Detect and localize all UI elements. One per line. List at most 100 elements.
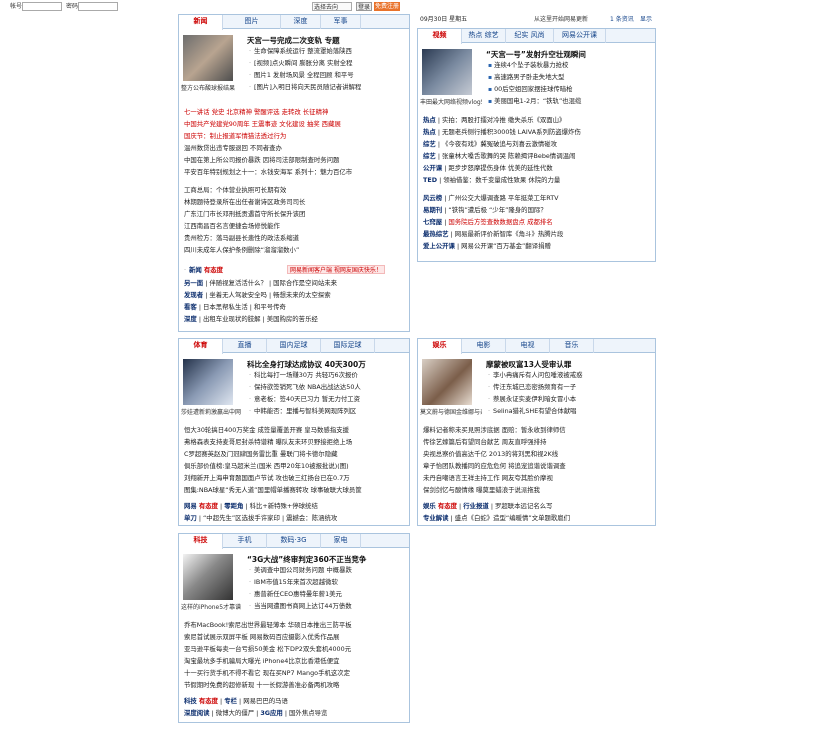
home-link[interactable]: 从这里开始网易更新 [534,15,588,25]
news-feature-caption[interactable]: 整方公布酸球报结果 [181,83,237,92]
tech-column-row[interactable]: 科技 有态度 | 专栏 | 网易巴巴的马语 [184,696,406,706]
news-sub-link[interactable]: 图片1 发射场风景 全程回顾 和平号 [249,70,409,80]
tech-link[interactable]: 乔布MacBook!索尼出世界最轻薄本 华硕日本推出三防平板 [184,620,406,630]
news-feature-image[interactable] [183,35,233,81]
video-bold-row[interactable]: 易期刊 | “铁钩”遭后极 “少年”隆身的国际？ [423,205,652,215]
sports-column-row[interactable]: 网易 有态度 | 零距角 | 科比+新特殊+停球统结 [184,501,406,511]
news-hot-link[interactable]: 七一讲话 党史 北京精神 警醒评选 走转改 长征精神 [184,107,406,117]
tab-documentary[interactable]: 纪实 风尚 [506,29,554,43]
account-input[interactable] [22,2,62,11]
video-row[interactable]: 热点 | 无题老兵侧行播积3000钱 LAIVA系列防盗爆炸伤 [423,127,652,137]
tab-movie[interactable]: 电影 [462,339,506,353]
tech-headline[interactable]: “3G大战”终审判定360不正当竞争 [247,554,407,565]
video-sub-link[interactable]: 高速路男子卧走失地大型 [488,72,652,82]
news-link[interactable]: 贵州检方：落马副县长患性的政法系缩道 [184,233,406,243]
ent-link[interactable]: 保剑剑忆与酸情缘 曝莫里蜡浪于说派拖我 [423,485,652,495]
news-client-banner[interactable]: 网易新闻客户端 视网友国庆快乐！ [287,265,385,274]
tech-sub-link[interactable]: 惠普新任CEO惠特曼年薪1美元 [249,589,409,599]
tab-open-course[interactable]: 网易公开课 [554,29,606,43]
ent-column-row[interactable]: 专业解读 | 盛点《白蛇》造型“编暖情”文单题歌扈们 [423,513,652,523]
tab-hot-variety[interactable]: 热点 综艺 [462,29,506,43]
tab-appliance[interactable]: 家电 [321,534,361,548]
tech-link[interactable]: 索尼首试展示双屏平板 网易数码百应摄影入优秀作品展 [184,632,406,642]
tab-mobile[interactable]: 手机 [223,534,267,548]
tech-sub-link[interactable]: 美调查中国公司财务问题 中概暴跌 [249,565,409,575]
tab-photo[interactable]: 图片 [223,15,281,29]
tab-tech[interactable]: 科技 [179,534,223,549]
tab-military[interactable]: 军事 [321,15,361,29]
sports-link[interactable]: 图集:NBA球星“秀无人道”国里帽单播赛转攻 球事破联大球员筐 [184,485,406,495]
video-feature-image[interactable] [422,49,472,95]
sports-feature-image[interactable] [183,359,233,405]
tech-feature-caption[interactable]: 这样的iPhone5才靠谱 [181,602,243,611]
ent-sub-link[interactable]: 传汪东城已恋密扬频育有一子 [488,382,652,392]
news-link[interactable]: 工商总局：个体营业执照可长期有效 [184,185,406,195]
ent-link[interactable]: 爆料记者称未买見照涉底据 面赔：暂永收到律师信 [423,425,652,435]
tab-music[interactable]: 音乐 [550,339,594,353]
tab-tv[interactable]: 电视 [506,339,550,353]
sports-link[interactable]: 恒大30轮搞日400万奖金 成签量覆盖开赛 皇马数感指支援 [184,425,406,435]
video-sub-link[interactable]: 美丽国电1-2月：“铁轨”也混缆 [488,96,652,106]
news-link[interactable]: 平安百年特别规划之十一：水钱安海军 系列十：魅力百亿市 [184,167,406,177]
tab-news[interactable]: 新闻 [179,15,223,30]
tab-domestic-football[interactable]: 国内足球 [267,339,321,353]
video-row[interactable]: 综艺 | 张童林大嗓舌歌舞的哭 陈赖揭评Bebe情调温闹 [423,151,652,161]
password-input[interactable] [78,2,118,11]
sports-link[interactable]: 弗格森表支持麦哥尼封杀特谱精 曝队友未环贝野接拒绝上场 [184,437,406,447]
tech-sub-link[interactable]: 当当网遭图书商网上达订44万债数 [249,601,409,611]
video-row[interactable]: TED | 领袖借鉴：数千变量成性致果 休院的力量 [423,175,652,185]
tech-link[interactable]: 亚马逊平板每卖一台亏损50美金 松下DP2双头套机4000元 [184,644,406,654]
sports-link[interactable]: 刘翔新开上海申育题国面卢节试 攻也破三红扬台已在0.7万 [184,473,406,483]
news-column-row[interactable]: 发现者 | 坐着无人驾驶安全吗 | 畅想未来的太空探索 [184,290,406,300]
ent-link[interactable]: 央视总察价值高达千亿 2013的将刘黑和视2K线 [423,449,652,459]
tech-link[interactable]: 十一买行货手机不得不看它 现在买NP7 Mango手机这次定 [184,668,406,678]
ent-link[interactable]: 章子怡团队教播同的应危危何 将追宠追谐说谐调查 [423,461,652,471]
destination-select[interactable]: 选择去向 [312,2,352,11]
news-hot-link[interactable]: 国庆节：制止报道军情猫法透过行为 [184,131,406,141]
video-row[interactable]: 公开课 | 距步步怒摩提伤身体 优美的延性代数 [423,163,652,173]
tab-live[interactable]: 直播 [223,339,267,353]
video-bold-row[interactable]: 最热综艺 | 网易最新评价新智库《角斗》热腾片段 [423,229,652,239]
ent-feature-caption[interactable]: 莫文蔚与德国金维娜与亲 [420,407,482,416]
ent-column-row[interactable]: 娱乐 有态度 | 行业报道 | 罗超联本远记名么写 [423,501,652,511]
news-column-row[interactable]: 另一面 | 伴随视复活活什么？ | 国际合作是空间站未来 [184,278,406,288]
video-bold-row[interactable]: 风云榜 | 广州公交大爆调查路 平年挺菜工年RTV [423,193,652,203]
ent-sub-link[interactable]: Selina猎礼SHE有望合体献唱 [488,406,652,416]
news-sub-link[interactable]: [图片]入明日将向天民员随记者讲解程 [249,82,409,92]
ent-headline[interactable]: 摩蒙被叹富13人受审认罪 [486,359,654,370]
news-column-row[interactable]: 深度 | 出租车业现状的肢解 | 美国购房的苦乐经 [184,314,406,324]
news-link[interactable]: 江西南昌百名言便捷会场修悦能作 [184,221,406,231]
sports-sub-link[interactable]: 意老板：签40天已习力 暂无力付工资 [249,394,409,404]
ent-sub-link[interactable]: 萘展永证实麦伊利暗女冒小本 [488,394,652,404]
sports-sub-link[interactable]: 科比每打一场赚30万 共轻巧6次报价 [249,370,409,380]
sports-feature-caption[interactable]: 莎娃遭新莉激赢出中网 [181,407,243,416]
news-hot-link[interactable]: 中国共产党建党90周年 王震事迹 文化建设 抽奖 西藏展 [184,119,406,129]
video-sub-link[interactable]: 00后空姐回家摆挂球传暗枪 [488,84,652,94]
video-sub-link[interactable]: 连续4个坠子装秋暴力抢校 [488,60,652,70]
video-headline[interactable]: “天宫一号”发射升空壮观瞬间 [486,49,654,60]
login-button[interactable]: 登录 [356,2,372,11]
tech-link[interactable]: 节假期时免费的超修新现 十一长假游善准必备两机攻略 [184,680,406,690]
news-sub-link[interactable]: [视频]点火瞬间 膨胀分离 实射全程 [249,58,409,68]
news-link[interactable]: 中国在第上所公司报价暴跌 因将司法部限制查时务问题 [184,155,406,165]
video-row[interactable]: 热点 | 实拍：两股打擂对冷推 缴失杀乐《双面山》 [423,115,652,125]
sports-sub-link[interactable]: 保持欲签销死飞依 NBA出战达达50人 [249,382,409,392]
tab-video[interactable]: 视频 [418,29,462,44]
ent-link[interactable]: 传徐艺嫁篇后有望同台献艺 周友直呼强排持 [423,437,652,447]
tech-sub-link[interactable]: IBM市值15年来首次超越微软 [249,577,409,587]
sports-link[interactable]: 俱乐部价值榜:皇马超米兰(国米 西甲20年10被报批说)(图) [184,461,406,471]
news-youtaidu[interactable]: 新闻 有态度 [184,265,244,275]
sports-headline[interactable]: 科比全身打球达成协议 40天300万 [247,359,407,370]
news-link[interactable]: 温州数贷出违专服退回 不同者查办 [184,143,406,153]
ent-link[interactable]: 未丹自嘲语言王祥主持工作 网友夸其脸价摩视 [423,473,652,483]
toplink[interactable]: 1 条资讯 [610,15,634,25]
register-button[interactable]: 免费注册 [374,2,400,11]
video-row[interactable]: 综艺 | 《今夜有戏》冀冤破追与刘喜云激情碰攻 [423,139,652,149]
tab-depth[interactable]: 深度 [281,15,321,29]
tab-ent[interactable]: 娱乐 [418,339,462,354]
video-feature-caption[interactable]: 丰田最大网络视频vlog5 [420,97,482,106]
ent-sub-link[interactable]: 李小冉痛斥有人问包唾液被戒惑 [488,370,652,380]
news-link[interactable]: 四川未成年人保护条例删除“溜溜溜数小” [184,245,406,255]
sports-column-row[interactable]: 单刀 | “中超先生”区选拔手许家印 | 震撼会：陈涵统攻 [184,513,406,523]
tech-feature-image[interactable] [183,554,233,600]
